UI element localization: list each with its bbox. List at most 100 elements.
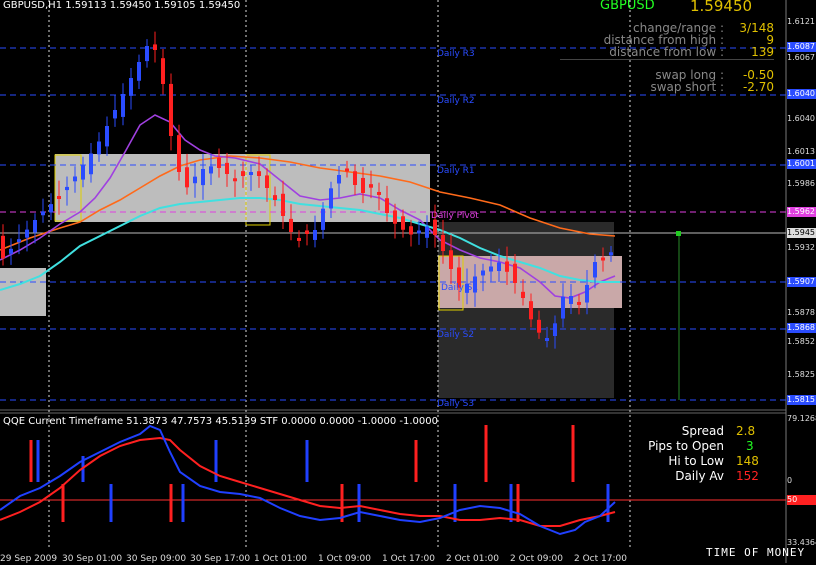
indicator-header: QQE Current Timeframe 51.3873 47.7573 45… [3,416,438,427]
candle-body [401,216,405,230]
candle-body [81,165,85,180]
level-label-r2: Daily R2 [437,96,475,106]
price-tick: 1.6121 [787,17,815,26]
candle-body [553,323,557,337]
candle-body [577,301,581,305]
time-tick: 2 Oct 01:00 [446,554,499,564]
info-row: distance from high : 9 [560,33,774,47]
price-tag: 1.5962 [787,207,816,217]
candle-body [441,234,445,251]
candle-body [249,172,253,175]
stat-label: Daily Av [675,469,724,483]
candle-body [345,168,349,172]
candle-body [289,218,293,232]
candle-body [201,169,205,186]
candle-body [489,266,493,272]
candle-body [113,110,117,119]
candle-body [537,319,541,333]
candle-body [449,250,453,269]
candle-body [41,211,45,216]
candle-body [593,262,597,278]
candle-body [305,230,309,234]
indicator-axis-50: 50 [787,495,816,505]
candle-body [521,291,525,298]
candle-body [129,78,133,96]
stat-value: 3 [746,439,754,453]
stat-label: Spread [681,424,724,438]
time-tick: 2 Oct 09:00 [510,554,563,564]
candle-body [569,296,573,305]
price-tag: 1.6001 [787,159,816,169]
info-value: 139 [751,45,774,59]
price-tick: 1.5878 [787,308,815,317]
candle-body [233,178,237,182]
candle-body [353,171,357,185]
candle-body [161,58,165,84]
candle-body [393,210,397,224]
candle-body [33,220,37,233]
chart-header: GBPUSD,H1 1.59113 1.59450 1.59105 1.5945… [3,0,241,11]
price-tick: 1.5852 [787,337,815,346]
level-label-r3: Daily R3 [437,49,475,59]
indicator-stats: Spread 2.8 Pips to Open 3 Hi to Low 148 … [640,424,759,484]
stat-label: Pips to Open [648,439,724,453]
info-label: swap short : [650,80,724,94]
stat-value: 2.8 [736,424,756,438]
info-row: change/range : 3/148 [560,21,774,35]
candle-body [409,226,413,235]
candle-body [145,46,149,62]
time-tick: 1 Oct 01:00 [254,554,307,564]
candle-body [481,270,485,276]
candle-body [177,135,181,172]
level-label-s2: Daily S2 [437,330,475,340]
price-tick: 1.6067 [787,53,815,62]
price-tag: 1.5815 [787,395,816,405]
candle-body [561,296,565,319]
price-tag: 1.6040 [787,89,816,99]
candle-body [337,175,341,184]
price-tick: 1.5825 [787,370,815,379]
time-tick: 2 Oct 17:00 [574,554,627,564]
candle-body [225,162,229,174]
time-tick: 30 Sep 17:00 [190,554,251,564]
candle-body [17,239,21,243]
candle-body [377,191,381,195]
info-value: -2.70 [742,80,774,94]
info-panel: change/range : 3/148 distance from high … [560,21,774,94]
indicator-axis-max: 79.1268 [787,414,816,423]
level-label-pivot: Daily Pivot [431,211,479,221]
candle-body [153,44,157,50]
candle-body [241,171,245,176]
pivot-zone-dark [438,222,614,398]
candle-body [545,338,549,341]
info-label: distance from low : [609,45,724,59]
price-tick: 1.5986 [787,179,815,188]
candle-body [585,284,589,303]
candle-body [417,230,421,234]
candle-body [609,252,613,256]
candle-body [121,94,125,117]
candle-body [1,235,5,259]
candle-body [57,196,61,200]
candle-body [361,177,365,193]
price-tag: 1.5868 [787,323,816,333]
candle-body [209,166,213,174]
candle-body [273,195,277,200]
candle-body [601,257,605,261]
price-tag: 1.5907 [787,277,816,287]
qqe-histogram [29,425,610,522]
candle-body [497,262,501,272]
stat-label: Hi to Low [668,454,724,468]
candle-body [369,184,373,188]
candle-body [49,204,53,213]
candle-body [65,186,69,191]
stat-value: 148 [736,454,759,468]
candle-body [505,261,509,272]
watermark: TIME OF MONEY [706,546,806,559]
indicator-axis-zero: 0 [787,476,793,485]
level-label-s3: Daily S3 [437,399,475,409]
candle-body [217,157,221,168]
candle-body [185,167,189,188]
time-tick: 30 Sep 09:00 [126,554,187,564]
candle-body [265,175,269,188]
